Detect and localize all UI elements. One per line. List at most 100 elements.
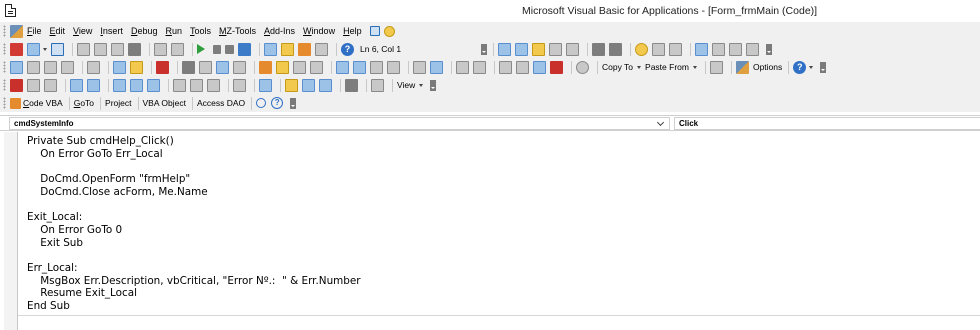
menu-insert[interactable]: Insert <box>100 26 123 36</box>
width-icon[interactable] <box>113 78 126 92</box>
code-line[interactable]: Resume Exit_Local <box>27 287 361 300</box>
menu-mz-tools[interactable]: MZ-Tools <box>219 26 256 36</box>
split-lines-icon[interactable] <box>370 60 383 74</box>
private-clipboard-icon[interactable] <box>44 60 57 74</box>
review-source-icon[interactable] <box>182 60 195 74</box>
toolbar-grip[interactable] <box>3 61 6 73</box>
vba-icon[interactable] <box>10 24 23 38</box>
reset-icon[interactable] <box>225 44 234 54</box>
object-browser-icon[interactable] <box>298 42 311 56</box>
uncomment-block-icon[interactable] <box>669 42 682 56</box>
export-icon[interactable] <box>413 60 426 74</box>
toolbar-options-icon[interactable] <box>766 43 772 55</box>
clear-bookmarks-icon[interactable] <box>746 42 759 56</box>
code-line[interactable]: Private Sub cmdHelp_Click() <box>27 135 361 148</box>
compare-icon[interactable] <box>533 60 546 74</box>
goto-button[interactable]: GoTo <box>74 98 94 108</box>
add-procedure-icon[interactable] <box>130 60 143 74</box>
redo-icon[interactable] <box>171 42 184 56</box>
sort-procedures-icon[interactable] <box>113 60 126 74</box>
toolbox-icon[interactable] <box>315 42 328 56</box>
copy-form-icon[interactable] <box>499 60 512 74</box>
move-up-icon[interactable] <box>456 60 469 74</box>
comment-block-icon[interactable] <box>652 42 665 56</box>
toolbar-options-icon[interactable] <box>430 79 437 91</box>
next-bookmark-icon[interactable] <box>712 42 725 56</box>
module-icon[interactable] <box>345 78 358 92</box>
design-mode-icon[interactable] <box>238 42 251 56</box>
chevron-down-icon[interactable] <box>637 65 642 69</box>
code-line[interactable]: Err_Local: <box>27 262 361 275</box>
lock-icon[interactable] <box>285 78 298 92</box>
code-line[interactable]: End Sub <box>27 300 361 313</box>
margin-indicator-bar[interactable] <box>4 132 18 330</box>
select-case-icon[interactable] <box>336 60 349 74</box>
find-icon[interactable] <box>128 42 141 56</box>
code-line[interactable]: DoCmd.Close acForm, Me.Name <box>27 186 361 199</box>
project-button[interactable]: Project <box>105 98 131 108</box>
tab-order-icon[interactable] <box>233 60 246 74</box>
object-dropdown[interactable]: cmdSystemInfo <box>9 117 670 130</box>
chevron-down-icon[interactable] <box>692 65 697 69</box>
code-line[interactable]: Exit Sub <box>27 237 361 250</box>
code-line[interactable] <box>27 198 361 211</box>
toolbar-grip[interactable] <box>3 79 6 91</box>
add-module-header-icon[interactable] <box>259 60 272 74</box>
ungroup-icon[interactable] <box>190 78 203 92</box>
access-view-icon[interactable] <box>10 42 23 56</box>
spacing-icon[interactable] <box>147 78 160 92</box>
toolbar-grip[interactable] <box>3 97 6 109</box>
vba-object-button[interactable]: VBA Object <box>143 98 186 108</box>
tab-icon[interactable] <box>233 78 246 92</box>
paste-icon[interactable] <box>111 42 124 56</box>
group-icon[interactable] <box>173 78 186 92</box>
bullet-list-icon[interactable] <box>70 78 83 92</box>
generate-documentation-icon[interactable] <box>216 60 229 74</box>
addin-icon[interactable] <box>383 25 395 37</box>
menu-window[interactable]: Window <box>303 26 335 36</box>
add-error-handler-icon[interactable] <box>156 60 169 74</box>
bookmark-icon[interactable] <box>695 42 708 56</box>
code-line[interactable]: Exit_Local: <box>27 211 361 224</box>
msgbox-assistant-icon[interactable] <box>353 60 366 74</box>
insert-module-icon[interactable] <box>27 42 40 56</box>
save-icon[interactable] <box>51 42 64 56</box>
menu-run[interactable]: Run <box>165 26 182 36</box>
add-procedure-header-icon[interactable] <box>276 60 289 74</box>
cut-icon[interactable] <box>77 42 90 56</box>
question-icon[interactable]: ? <box>271 97 284 109</box>
code-line[interactable]: DoCmd.OpenForm "frmHelp" <box>27 173 361 186</box>
height-icon[interactable] <box>130 78 143 92</box>
toolbar-grip[interactable] <box>3 43 6 55</box>
menu-help[interactable]: Help <box>343 26 362 36</box>
chevron-down-icon[interactable] <box>43 47 47 51</box>
list-properties-icon[interactable] <box>498 42 511 56</box>
code-line[interactable]: On Error GoTo Err_Local <box>27 148 361 161</box>
report-icon[interactable] <box>319 78 332 92</box>
procedure-callers-icon[interactable] <box>10 60 23 74</box>
undo-icon[interactable] <box>154 42 167 56</box>
outdent-icon[interactable] <box>609 42 622 56</box>
combine-lines-icon[interactable] <box>387 60 400 74</box>
favorites-icon[interactable] <box>709 60 723 74</box>
paste-form-icon[interactable] <box>516 60 529 74</box>
toggle-breakpoint-icon[interactable] <box>635 42 648 56</box>
attach-icon[interactable] <box>576 60 589 74</box>
paste-from-button[interactable]: Paste From <box>645 62 689 72</box>
form-icon[interactable] <box>302 78 315 92</box>
code-line[interactable]: MsgBox Err.Description, vbCritical, "Err… <box>27 275 360 288</box>
list-constants-icon[interactable] <box>515 42 528 56</box>
code-vba-button[interactable]: Code VBA <box>23 98 63 108</box>
sort-descending-icon[interactable] <box>44 78 57 92</box>
menu-edit[interactable]: Edit <box>50 26 66 36</box>
remove-line-numbers-icon[interactable] <box>310 60 323 74</box>
previous-bookmark-icon[interactable] <box>729 42 742 56</box>
statistics-icon[interactable] <box>199 60 212 74</box>
tree-icon[interactable] <box>371 78 384 92</box>
properties-sheet-icon[interactable] <box>259 78 272 92</box>
copy-icon[interactable] <box>94 42 107 56</box>
indent-icon[interactable] <box>592 42 605 56</box>
design-view-icon[interactable] <box>10 78 23 92</box>
chevron-down-icon[interactable] <box>657 118 665 126</box>
quick-info-icon[interactable] <box>532 42 545 56</box>
